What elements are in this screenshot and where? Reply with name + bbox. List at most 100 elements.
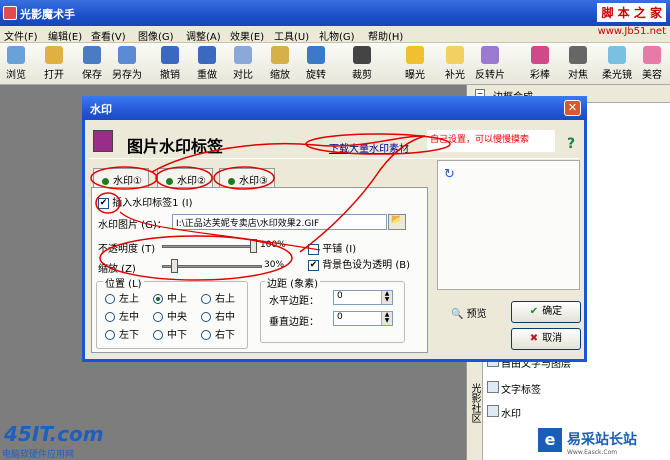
toolbar-rotate-button[interactable]: 旋转: [306, 45, 326, 83]
menu-item[interactable]: 礼物(G): [319, 28, 355, 43]
toolbar-label: 曝光: [405, 70, 425, 81]
window-title: 光影魔术手: [20, 8, 75, 21]
radio-icon[interactable]: [105, 294, 115, 304]
toolbar-fill-light-button[interactable]: 补光: [445, 45, 465, 83]
transparent-checkbox[interactable]: ✔: [308, 259, 319, 271]
transparent-row[interactable]: ✔ 背景色设为透明 (B): [308, 256, 410, 271]
position-option-label: 右上: [215, 294, 235, 305]
help-icon[interactable]: ?: [567, 136, 575, 152]
menu-item[interactable]: 工具(U): [274, 28, 309, 43]
toolbar-zoom-button[interactable]: 缩放: [270, 45, 290, 83]
tab-watermark-2[interactable]: 水印②: [157, 168, 213, 188]
toolbar-exposure-button[interactable]: 曝光: [405, 45, 425, 83]
position-option[interactable]: 左上: [105, 290, 139, 305]
watermark-icon: [487, 405, 499, 417]
position-option[interactable]: 中下: [153, 326, 187, 341]
position-option[interactable]: 右中: [201, 308, 235, 323]
toolbar-color-wand-button[interactable]: 彩棒: [530, 45, 550, 83]
position-option[interactable]: 右上: [201, 290, 235, 305]
toolbar-compare-button[interactable]: 对比: [233, 45, 253, 83]
toolbar-crop-button[interactable]: 裁剪: [352, 45, 372, 83]
watermark-image-label: 水印图片 (G)：: [98, 220, 167, 231]
panel-item[interactable]: 水印: [501, 405, 521, 420]
position-option[interactable]: 左下: [105, 326, 139, 341]
color-wand-icon: [531, 46, 549, 64]
ok-button[interactable]: ✔ 确定: [511, 301, 581, 323]
scale-slider-thumb[interactable]: [171, 259, 178, 273]
opacity-slider[interactable]: [162, 245, 254, 248]
toolbar-label: 缩放: [270, 70, 290, 81]
toolbar-beauty-button[interactable]: 美容: [642, 45, 662, 83]
browse-button[interactable]: 📂: [388, 214, 406, 230]
zoom-icon: [271, 46, 289, 64]
tab-dot-icon: [102, 177, 109, 185]
download-link[interactable]: 下载大量水印素材: [329, 140, 409, 155]
toolbar-save-button[interactable]: 保存: [82, 45, 102, 83]
position-option[interactable]: 中上: [153, 290, 187, 305]
margin-group: 边距 (象素) 水平边距： 0 ▲ ▼ 垂直边距： 0 ▲ ▼: [260, 275, 405, 343]
spin-arrows-icon[interactable]: ▲ ▼: [381, 312, 392, 325]
menu-item[interactable]: 调整(A): [186, 28, 221, 43]
menu-item[interactable]: 图像(G): [138, 28, 174, 43]
tab-dot-icon: [166, 177, 173, 185]
dialog-title-bar[interactable]: 水印 ✕: [82, 96, 587, 120]
toolbar-soft-light-button[interactable]: 柔光镜: [602, 45, 632, 83]
position-option[interactable]: 中央: [153, 308, 187, 323]
scale-label: 缩放 (Z): [98, 264, 136, 275]
toolbar-label: 旋转: [306, 70, 326, 81]
toolbar-browse-button[interactable]: 浏览: [6, 45, 26, 83]
text-label-icon: [487, 381, 499, 393]
insert-watermark-row[interactable]: ✔ 插入水印标签1 (I): [98, 194, 192, 209]
menu-item[interactable]: 编辑(E): [48, 28, 82, 43]
opacity-value: 100%: [260, 240, 286, 250]
opacity-slider-thumb[interactable]: [250, 239, 257, 253]
toolbar-focus-button[interactable]: 对焦: [568, 45, 588, 83]
position-option[interactable]: 左中: [105, 308, 139, 323]
insert-watermark-checkbox[interactable]: ✔: [98, 197, 109, 209]
radio-icon[interactable]: [153, 312, 163, 322]
menu-item[interactable]: 查看(V): [91, 28, 126, 43]
toolbar-save-as-button[interactable]: 另存为: [112, 45, 142, 83]
radio-icon[interactable]: [201, 330, 211, 340]
opacity-label: 不透明度 (T): [98, 244, 156, 255]
radio-icon[interactable]: [105, 312, 115, 322]
toolbar-reversal-button[interactable]: 反转片: [475, 45, 505, 83]
radio-icon[interactable]: [105, 330, 115, 340]
panel-item[interactable]: 文字标签: [501, 381, 541, 396]
toolbar-undo-button[interactable]: 撤销: [160, 45, 180, 83]
ok-label: 确定: [542, 306, 563, 317]
community-tab[interactable]: 光影社区: [467, 345, 483, 460]
position-option[interactable]: 右下: [201, 326, 235, 341]
toolbar-label: 美容: [642, 70, 662, 81]
refresh-icon[interactable]: ↻: [444, 167, 455, 182]
v-margin-input[interactable]: 0 ▲ ▼: [333, 311, 393, 326]
tile-label: 平铺 (I): [322, 244, 357, 255]
menu-item[interactable]: 效果(E): [230, 28, 264, 43]
v-margin-value: 0: [337, 312, 343, 322]
radio-icon[interactable]: [201, 294, 211, 304]
h-margin-value: 0: [337, 291, 343, 301]
tab-watermark-3[interactable]: 水印③: [219, 168, 275, 188]
menu-item[interactable]: 文件(F): [4, 28, 38, 43]
soft-light-icon: [608, 46, 626, 64]
toolbar-label: 裁剪: [352, 70, 372, 81]
toolbar-open-button[interactable]: 打开: [44, 45, 64, 83]
tile-row[interactable]: 平铺 (I): [308, 240, 356, 255]
tab-watermark-1[interactable]: 水印①: [93, 168, 149, 188]
insert-watermark-label: 插入水印标签1 (I): [112, 198, 193, 209]
rotate-icon: [307, 46, 325, 64]
preview-button[interactable]: 🔍 预览: [451, 305, 487, 320]
radio-icon[interactable]: [153, 294, 163, 304]
toolbar-label: 补光: [445, 70, 465, 81]
close-button[interactable]: ✕: [564, 100, 581, 116]
position-option-label: 左下: [119, 330, 139, 341]
radio-icon[interactable]: [201, 312, 211, 322]
spin-arrows-icon[interactable]: ▲ ▼: [381, 291, 392, 304]
cancel-button[interactable]: ✖ 取消: [511, 328, 581, 350]
h-margin-input[interactable]: 0 ▲ ▼: [333, 290, 393, 305]
watermark-path-input[interactable]: I:\正品达芙妮专卖店\水印效果2.GIF: [172, 214, 387, 230]
toolbar-redo-button[interactable]: 重做: [197, 45, 217, 83]
radio-icon[interactable]: [153, 330, 163, 340]
tile-checkbox[interactable]: [308, 243, 319, 255]
menu-item[interactable]: 帮助(H): [368, 28, 403, 43]
